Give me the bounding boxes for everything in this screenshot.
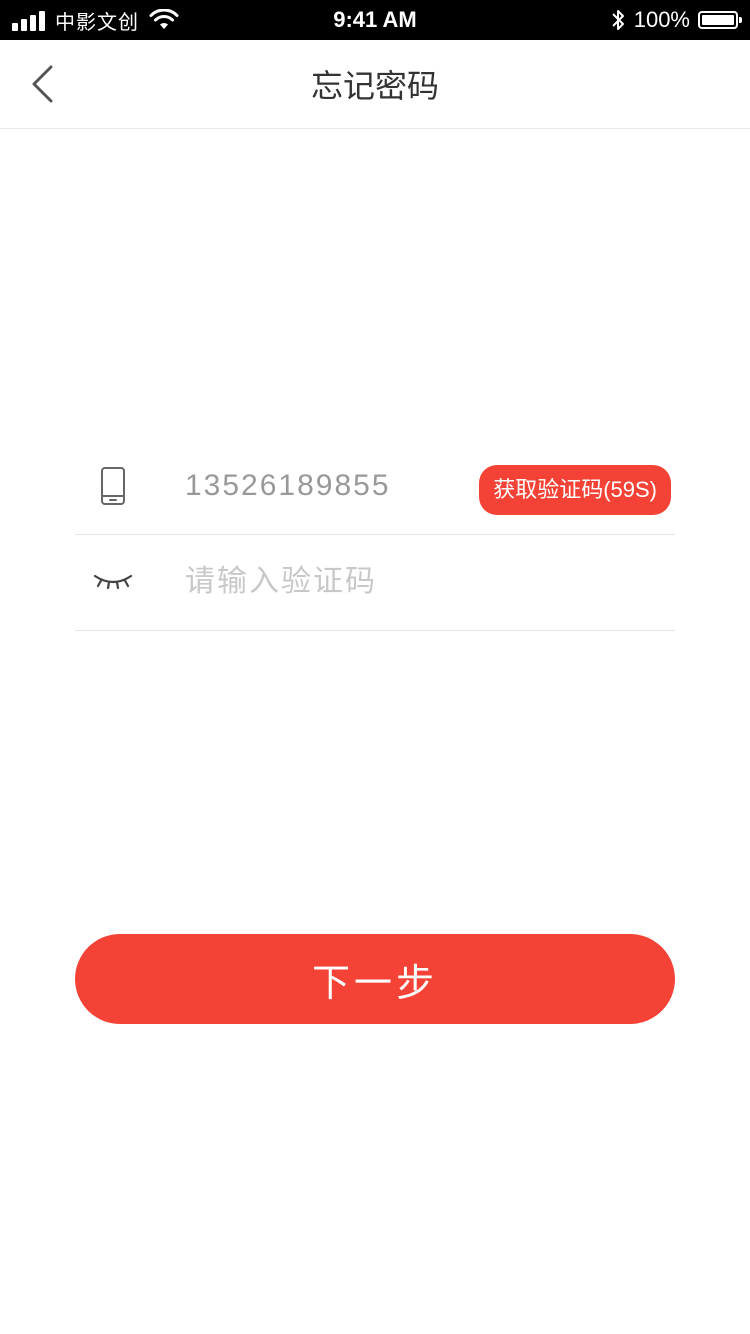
page-title: 忘记密码 <box>310 68 439 104</box>
nav-bar: 忘记密码 <box>0 40 750 129</box>
code-row-icon <box>93 534 133 630</box>
code-input[interactable] <box>185 554 645 610</box>
code-row <box>75 534 675 631</box>
forgot-password-screen: 中影文创 9:41 AM 100% 忘记密码 13526189855 获取验证码… <box>0 0 750 1334</box>
battery-icon <box>698 11 742 29</box>
phone-input[interactable] <box>185 458 465 514</box>
battery-percent: 100% <box>633 7 690 32</box>
phone-row: 获取验证码(59S) <box>75 438 675 535</box>
chevron-left-icon <box>32 65 53 103</box>
back-button[interactable] <box>20 60 64 108</box>
battery-fill <box>702 15 734 25</box>
mobile-phone-icon <box>101 467 125 505</box>
status-right: 100% <box>610 0 742 40</box>
bluetooth-icon <box>612 10 624 30</box>
next-step-button[interactable]: 下一步 <box>75 934 675 1024</box>
get-code-button[interactable]: 获取验证码(59S) <box>479 465 671 515</box>
status-bar: 中影文创 9:41 AM 100% <box>0 0 750 40</box>
battery-tip <box>739 17 742 23</box>
phone-row-icon <box>93 438 133 534</box>
closed-eye-icon <box>93 574 133 590</box>
